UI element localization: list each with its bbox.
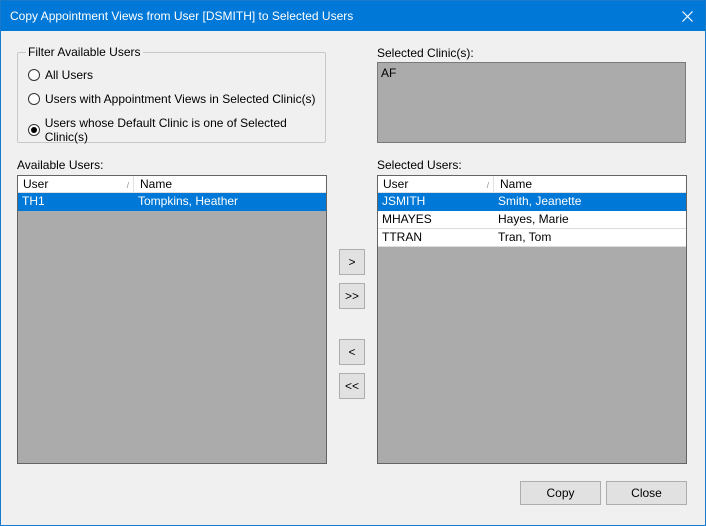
user-cell: TH1 xyxy=(22,194,45,208)
selected-users-label: Selected Users: xyxy=(377,158,462,172)
name-cell: Smith, Jeanette xyxy=(498,194,582,208)
radio-users-with-appointment-views[interactable]: Users with Appointment Views in Selected… xyxy=(28,92,316,106)
radio-label: All Users xyxy=(45,68,94,82)
available-users-list[interactable]: User / Name TH1 Tompkins, Heather xyxy=(17,175,327,464)
list-header: User / Name xyxy=(378,176,686,193)
list-header: User / Name xyxy=(18,176,326,193)
radio-button[interactable] xyxy=(28,93,40,105)
radio-users-default-clinic[interactable]: Users whose Default Clinic is one of Sel… xyxy=(28,116,325,144)
add-selected-button[interactable]: > xyxy=(339,249,365,275)
table-row[interactable]: MHAYES Hayes, Marie xyxy=(378,211,686,229)
selected-users-list[interactable]: User / Name JSMITH Smith, Jeanette MHAYE… xyxy=(377,175,687,464)
filter-available-users-group: Filter Available Users All Users Users w… xyxy=(17,45,326,144)
clinic-item[interactable]: AF xyxy=(381,66,396,80)
user-cell: TTRAN xyxy=(382,230,422,244)
window-title: Copy Appointment Views from User [DSMITH… xyxy=(10,9,354,23)
name-cell: Tran, Tom xyxy=(498,230,552,244)
table-row[interactable]: JSMITH Smith, Jeanette xyxy=(378,193,686,211)
remove-selected-button[interactable]: < xyxy=(339,339,365,365)
radio-label: Users with Appointment Views in Selected… xyxy=(45,92,316,106)
sort-icon: / xyxy=(126,181,129,190)
selected-clinics-list[interactable]: AF xyxy=(377,62,686,143)
copy-button[interactable]: Copy xyxy=(520,481,601,505)
selected-clinics-label: Selected Clinic(s): xyxy=(377,46,474,60)
add-all-button[interactable]: >> xyxy=(339,283,365,309)
column-header-name[interactable]: Name xyxy=(134,176,326,193)
sort-icon: / xyxy=(486,181,489,190)
remove-all-button[interactable]: << xyxy=(339,373,365,399)
radio-button[interactable] xyxy=(28,69,40,81)
column-header-name[interactable]: Name xyxy=(494,176,686,193)
column-header-user[interactable]: User / xyxy=(378,176,494,193)
copy-appointment-views-dialog: Copy Appointment Views from User [DSMITH… xyxy=(0,0,706,526)
filter-group-label: Filter Available Users xyxy=(26,45,143,59)
table-row[interactable]: TH1 Tompkins, Heather xyxy=(18,193,326,211)
name-cell: Hayes, Marie xyxy=(498,212,569,226)
close-icon[interactable] xyxy=(669,1,705,31)
name-cell: Tompkins, Heather xyxy=(138,194,239,208)
radio-button-checked[interactable] xyxy=(28,124,40,136)
radio-label: Users whose Default Clinic is one of Sel… xyxy=(44,116,287,144)
close-button[interactable]: Close xyxy=(606,481,687,505)
title-bar: Copy Appointment Views from User [DSMITH… xyxy=(1,1,705,31)
available-users-label: Available Users: xyxy=(17,158,104,172)
column-header-user[interactable]: User / xyxy=(18,176,134,193)
table-row[interactable]: TTRAN Tran, Tom xyxy=(378,229,686,247)
radio-all-users[interactable]: All Users xyxy=(28,68,93,82)
user-cell: MHAYES xyxy=(382,212,432,226)
user-cell: JSMITH xyxy=(382,194,426,208)
